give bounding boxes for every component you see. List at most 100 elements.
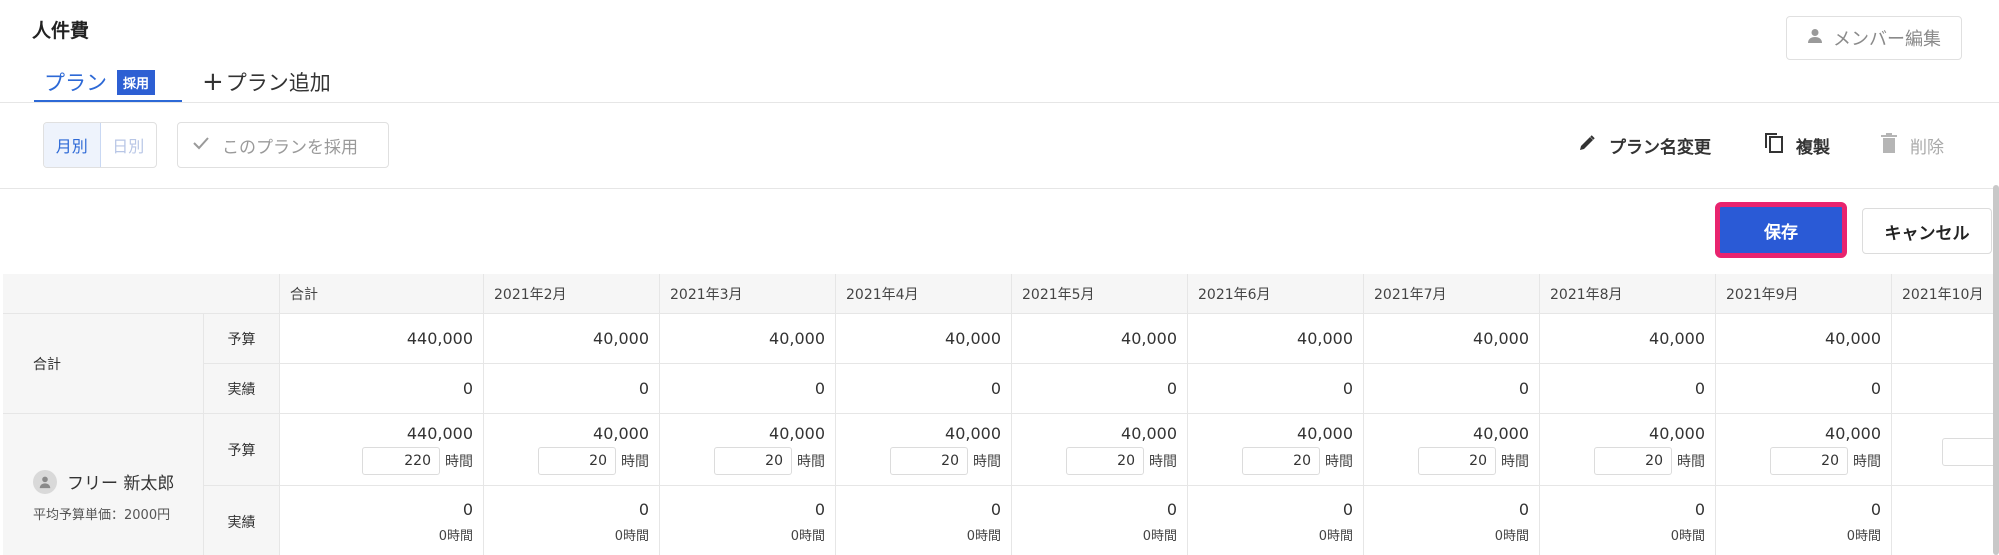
budget-label: 予算: [204, 414, 280, 486]
monthly-toggle[interactable]: 月別: [44, 123, 101, 167]
actual-hours: 0時間: [1142, 529, 1177, 544]
adopt-plan-button[interactable]: このプランを採用: [177, 122, 389, 168]
budget-label: 予算: [204, 314, 280, 364]
hours-input[interactable]: 220: [362, 447, 440, 475]
member-actual-cell: 0 0時間: [1716, 486, 1892, 555]
total-actual-cell: 0: [1540, 364, 1716, 414]
actual-value: 0: [1694, 500, 1705, 519]
hours-unit: 時間: [1149, 454, 1177, 470]
actual-hours: 0時間: [966, 529, 1001, 544]
column-header: 合計: [280, 274, 484, 314]
budget-value: 40,000: [1825, 424, 1881, 443]
hours-input[interactable]: 20: [1770, 447, 1848, 475]
hours-input[interactable]: [1942, 437, 1999, 466]
actual-label: 実績: [204, 486, 280, 555]
member-budget-cell: [1892, 414, 1999, 486]
hours-input[interactable]: 20: [1066, 447, 1144, 475]
save-button[interactable]: 保存: [1715, 202, 1847, 258]
budget-table: 合計 2021年2月 2021年3月 2021年4月 2021年5月 2021年…: [3, 274, 1999, 555]
budget-value: 40,000: [1473, 424, 1529, 443]
actual-hours: 0時間: [790, 529, 825, 544]
tab-plan[interactable]: プラン 採用: [44, 62, 156, 102]
total-budget-cell: [1892, 314, 1999, 364]
total-actual-cell: 0: [484, 364, 660, 414]
add-plan-tab[interactable]: + プラン追加: [202, 62, 331, 102]
member-budget-cell: 40,000 20 時間: [484, 414, 660, 486]
member-budget-cell: 40,000 20 時間: [1364, 414, 1540, 486]
column-header: 2021年4月: [836, 274, 1012, 314]
rename-plan-label: プラン名変更: [1609, 137, 1711, 158]
actual-hours: 0時間: [1494, 529, 1529, 544]
hours-row: 20 時間: [890, 447, 1001, 475]
actual-value: 0: [1518, 500, 1529, 519]
duplicate-button[interactable]: 複製: [1764, 128, 1830, 162]
budget-value: 40,000: [1297, 424, 1353, 443]
total-budget-cell: 40,000: [1188, 314, 1364, 364]
hours-unit: 時間: [1853, 454, 1881, 470]
actual-value: 0: [462, 500, 473, 519]
total-budget-cell: 40,000: [836, 314, 1012, 364]
hours-unit: 時間: [621, 454, 649, 470]
hours-row: [1942, 437, 1999, 466]
actual-value: 0: [990, 500, 1001, 519]
member-budget-cell: 40,000 20 時間: [1716, 414, 1892, 486]
column-header: 2021年3月: [660, 274, 836, 314]
hours-row: 20 時間: [1066, 447, 1177, 475]
member-actual-cell: 0 0時間: [660, 486, 836, 555]
check-icon: [192, 135, 210, 155]
member-edit-button[interactable]: メンバー編集: [1786, 16, 1962, 60]
column-header: 2021年10月: [1892, 274, 1999, 314]
divider: [0, 188, 1999, 189]
actual-value: 0: [814, 500, 825, 519]
hours-input[interactable]: 20: [1594, 447, 1672, 475]
member-unit-price: 平均予算単価：2000円: [33, 508, 171, 523]
rename-plan-button[interactable]: プラン名変更: [1577, 128, 1711, 162]
member-actual-cell: 0 0時間: [836, 486, 1012, 555]
cancel-button[interactable]: キャンセル: [1862, 208, 1992, 254]
total-actual-cell: 0: [280, 364, 484, 414]
tab-plan-label: プラン: [44, 71, 107, 95]
hours-row: 20 時間: [1594, 447, 1705, 475]
member-budget-cell: 40,000 20 時間: [1540, 414, 1716, 486]
hours-unit: 時間: [1325, 454, 1353, 470]
member-name-row: フリー 新太郎: [33, 469, 203, 494]
budget-value: 40,000: [945, 424, 1001, 443]
member-budget-cell: 40,000 20 時間: [660, 414, 836, 486]
page-title: 人件費: [32, 20, 90, 42]
hours-row: 20 時間: [1770, 447, 1881, 475]
member-actual-cell: 0 0時間: [1364, 486, 1540, 555]
total-budget-cell: 40,000: [1012, 314, 1188, 364]
total-actual-cell: 0: [660, 364, 836, 414]
plus-icon: +: [202, 67, 224, 97]
column-header: 2021年9月: [1716, 274, 1892, 314]
budget-value: 40,000: [593, 424, 649, 443]
member-name: フリー 新太郎: [67, 474, 175, 494]
delete-label: 削除: [1910, 137, 1944, 158]
member-budget-cell: 40,000 20 時間: [836, 414, 1012, 486]
delete-button[interactable]: 削除: [1880, 128, 1944, 162]
divider: [0, 102, 1999, 103]
actual-value: 0: [1870, 500, 1881, 519]
trash-icon: [1880, 132, 1898, 159]
hours-unit: 時間: [797, 454, 825, 470]
member-row-label: フリー 新太郎 平均予算単価：2000円: [3, 414, 204, 555]
column-header: 2021年5月: [1012, 274, 1188, 314]
hours-input[interactable]: 20: [714, 447, 792, 475]
hours-input[interactable]: 20: [1242, 447, 1320, 475]
add-plan-label: プラン追加: [225, 71, 331, 95]
hours-row: 20 時間: [538, 447, 649, 475]
hours-input[interactable]: 20: [1418, 447, 1496, 475]
member-actual-cell: 0 0時間: [1012, 486, 1188, 555]
person-icon: [1807, 28, 1823, 49]
view-toggle: 月別 日別: [43, 122, 157, 168]
hours-input[interactable]: 20: [538, 447, 616, 475]
hours-row: 20 時間: [1418, 447, 1529, 475]
column-header: 2021年6月: [1188, 274, 1364, 314]
vertical-scrollbar[interactable]: [1993, 185, 1999, 555]
hours-unit: 時間: [973, 454, 1001, 470]
actual-hours: 0時間: [1318, 529, 1353, 544]
member-budget-cell: 40,000 20 時間: [1012, 414, 1188, 486]
daily-toggle[interactable]: 日別: [101, 123, 157, 167]
hours-input[interactable]: 20: [890, 447, 968, 475]
total-budget-cell: 40,000: [1540, 314, 1716, 364]
